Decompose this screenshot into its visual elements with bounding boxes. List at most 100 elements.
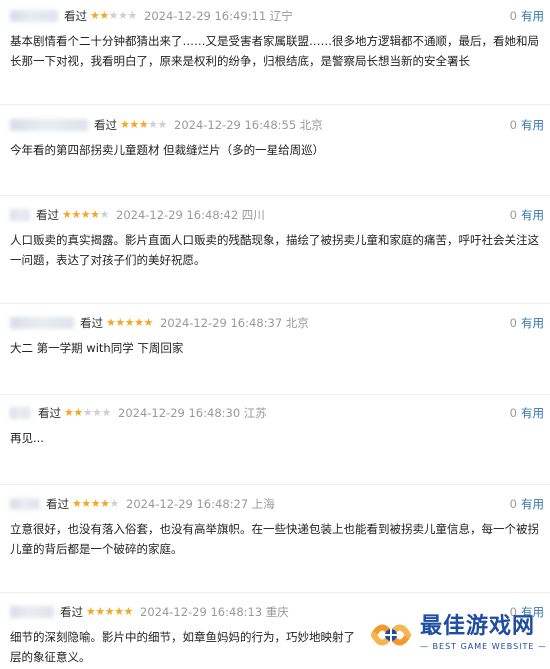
watched-label: 看过 [46, 497, 69, 511]
review-item: 看过 ★★★★★ 2024-12-29 16:49:11 辽宁 0 有用 基本剧情… [0, 6, 550, 105]
review-time: 2024-12-29 16:48:55 北京 [174, 115, 323, 135]
avatar[interactable] [10, 209, 30, 221]
star-filled-icon: ★ [71, 208, 81, 221]
star-empty-icon: ★ [99, 208, 110, 221]
star-empty-icon: ★ [148, 118, 158, 131]
site-watermark: 最佳游戏网 — BEST GAME WEBSITE — [364, 604, 546, 666]
star-filled-icon: ★ [143, 316, 154, 329]
watermark-subtitle-text: BEST GAME WEBSITE [432, 642, 535, 651]
divider [0, 104, 550, 105]
review-meta: 看过 ★★★★★ 2024-12-29 16:48:37 北京 0 有用 [0, 313, 550, 333]
useful-count: 0 [509, 316, 517, 330]
review-text: 细节的深刻隐喻。影片中的细节，如章鱼妈妈的行为，巧妙地映射了层的象征意义。 [10, 630, 355, 664]
review-time: 2024-12-29 16:48:37 北京 [160, 313, 309, 333]
star-empty-icon: ★ [101, 406, 112, 419]
star-filled-icon: ★ [114, 605, 124, 618]
useful-vote[interactable]: 0 有用 [510, 403, 544, 423]
rating-stars: ★★★★★ [90, 6, 137, 26]
rating-stars: ★★★★★ [120, 115, 167, 135]
useful-count: 0 [509, 406, 517, 420]
review-location: 上海 [251, 497, 275, 511]
rating-stars: ★★★★★ [106, 313, 153, 333]
review-item: 看过 ★★★★★ 2024-12-29 16:48:37 北京 0 有用 大二 第… [0, 313, 550, 395]
star-filled-icon: ★ [99, 9, 109, 22]
useful-count: 0 [509, 118, 517, 132]
star-filled-icon: ★ [115, 316, 125, 329]
rating-stars: ★★★★★ [86, 602, 133, 622]
star-filled-icon: ★ [100, 497, 110, 510]
divider [0, 303, 550, 304]
divider [0, 195, 550, 196]
avatar[interactable] [10, 606, 54, 618]
avatar[interactable] [10, 119, 88, 131]
review-text: 人口贩卖的真实揭露。影片直面人口贩卖的残酷现象，描绘了被拐卖儿童和家庭的痛苦，呼… [10, 233, 539, 267]
rating-stars: ★★★★★ [62, 205, 109, 225]
star-filled-icon: ★ [95, 605, 105, 618]
review-time: 2024-12-29 16:49:11 辽宁 [144, 6, 293, 26]
star-filled-icon: ★ [90, 9, 100, 22]
useful-count: 0 [509, 497, 517, 511]
review-time: 2024-12-29 16:48:30 江苏 [118, 403, 267, 423]
review-timestamp: 2024-12-29 16:48:55 [174, 118, 297, 132]
review-timestamp: 2024-12-29 16:48:42 [116, 208, 239, 222]
useful-button[interactable]: 有用 [521, 497, 544, 511]
avatar[interactable] [10, 10, 58, 22]
star-filled-icon: ★ [123, 605, 134, 618]
useful-vote[interactable]: 0 有用 [510, 115, 544, 135]
review-location: 北京 [299, 118, 323, 132]
watched-label: 看过 [80, 316, 103, 330]
useful-count: 0 [509, 9, 517, 23]
star-filled-icon: ★ [90, 208, 100, 221]
review-meta: 看过 ★★★★★ 2024-12-29 16:48:42 四川 0 有用 [0, 205, 550, 225]
star-filled-icon: ★ [134, 316, 144, 329]
avatar[interactable] [10, 317, 74, 329]
star-empty-icon: ★ [157, 118, 168, 131]
review-meta: 看过 ★★★★★ 2024-12-29 16:48:30 江苏 0 有用 [0, 403, 550, 423]
star-filled-icon: ★ [104, 605, 115, 618]
review-item: 看过 ★★★★★ 2024-12-29 16:48:55 北京 0 有用 今年看的… [0, 115, 550, 196]
useful-button[interactable]: 有用 [521, 406, 544, 420]
watched-label: 看过 [94, 118, 117, 132]
useful-button[interactable]: 有用 [521, 316, 544, 330]
divider [0, 484, 550, 485]
review-location: 辽宁 [269, 9, 293, 23]
review-text: 大二 第一学期 with同学 下周回家 [10, 341, 184, 355]
review-time: 2024-12-29 16:48:27 上海 [126, 494, 275, 514]
star-filled-icon: ★ [106, 316, 116, 329]
divider [0, 592, 550, 593]
star-filled-icon: ★ [62, 208, 72, 221]
avatar[interactable] [10, 407, 30, 419]
review-text: 立意很好，也没有落入俗套，也没有高举旗帜。在一些快递包装上也能看到被拐卖儿童信息… [10, 522, 539, 556]
divider [0, 394, 550, 395]
star-empty-icon: ★ [108, 9, 119, 22]
useful-vote[interactable]: 0 有用 [510, 494, 544, 514]
review-text: 基本剧情看个二十分钟都猜出来了……又是受害者家属联盟……很多地方逻辑都不通顺，最… [10, 34, 539, 68]
review-location: 江苏 [243, 406, 267, 420]
review-item: 看过 ★★★★★ 2024-12-29 16:48:42 四川 0 有用 人口贩卖… [0, 205, 550, 304]
useful-button[interactable]: 有用 [521, 208, 544, 222]
star-empty-icon: ★ [127, 9, 138, 22]
avatar[interactable] [10, 498, 40, 510]
watched-label: 看过 [60, 605, 83, 619]
star-empty-icon: ★ [82, 406, 93, 419]
review-timestamp: 2024-12-29 16:48:13 [140, 605, 263, 619]
useful-button[interactable]: 有用 [521, 9, 544, 23]
review-location: 四川 [241, 208, 265, 222]
star-filled-icon: ★ [86, 605, 96, 618]
watched-label: 看过 [64, 9, 87, 23]
useful-button[interactable]: 有用 [521, 118, 544, 132]
review-text: 再见... [10, 431, 44, 445]
review-time: 2024-12-29 16:48:13 重庆 [140, 602, 289, 622]
star-filled-icon: ★ [129, 118, 139, 131]
review-timestamp: 2024-12-29 16:48:27 [126, 497, 249, 511]
star-filled-icon: ★ [90, 497, 101, 510]
review-time: 2024-12-29 16:48:42 四川 [116, 205, 265, 225]
star-filled-icon: ★ [80, 208, 91, 221]
useful-vote[interactable]: 0 有用 [510, 205, 544, 225]
star-filled-icon: ★ [72, 497, 82, 510]
useful-vote[interactable]: 0 有用 [510, 6, 544, 26]
review-meta: 看过 ★★★★★ 2024-12-29 16:48:55 北京 0 有用 [0, 115, 550, 135]
star-filled-icon: ★ [64, 406, 74, 419]
useful-vote[interactable]: 0 有用 [510, 313, 544, 333]
review-text: 今年看的第四部拐卖儿童题材 但裁缝烂片（多的一星给周巡） [10, 143, 325, 157]
